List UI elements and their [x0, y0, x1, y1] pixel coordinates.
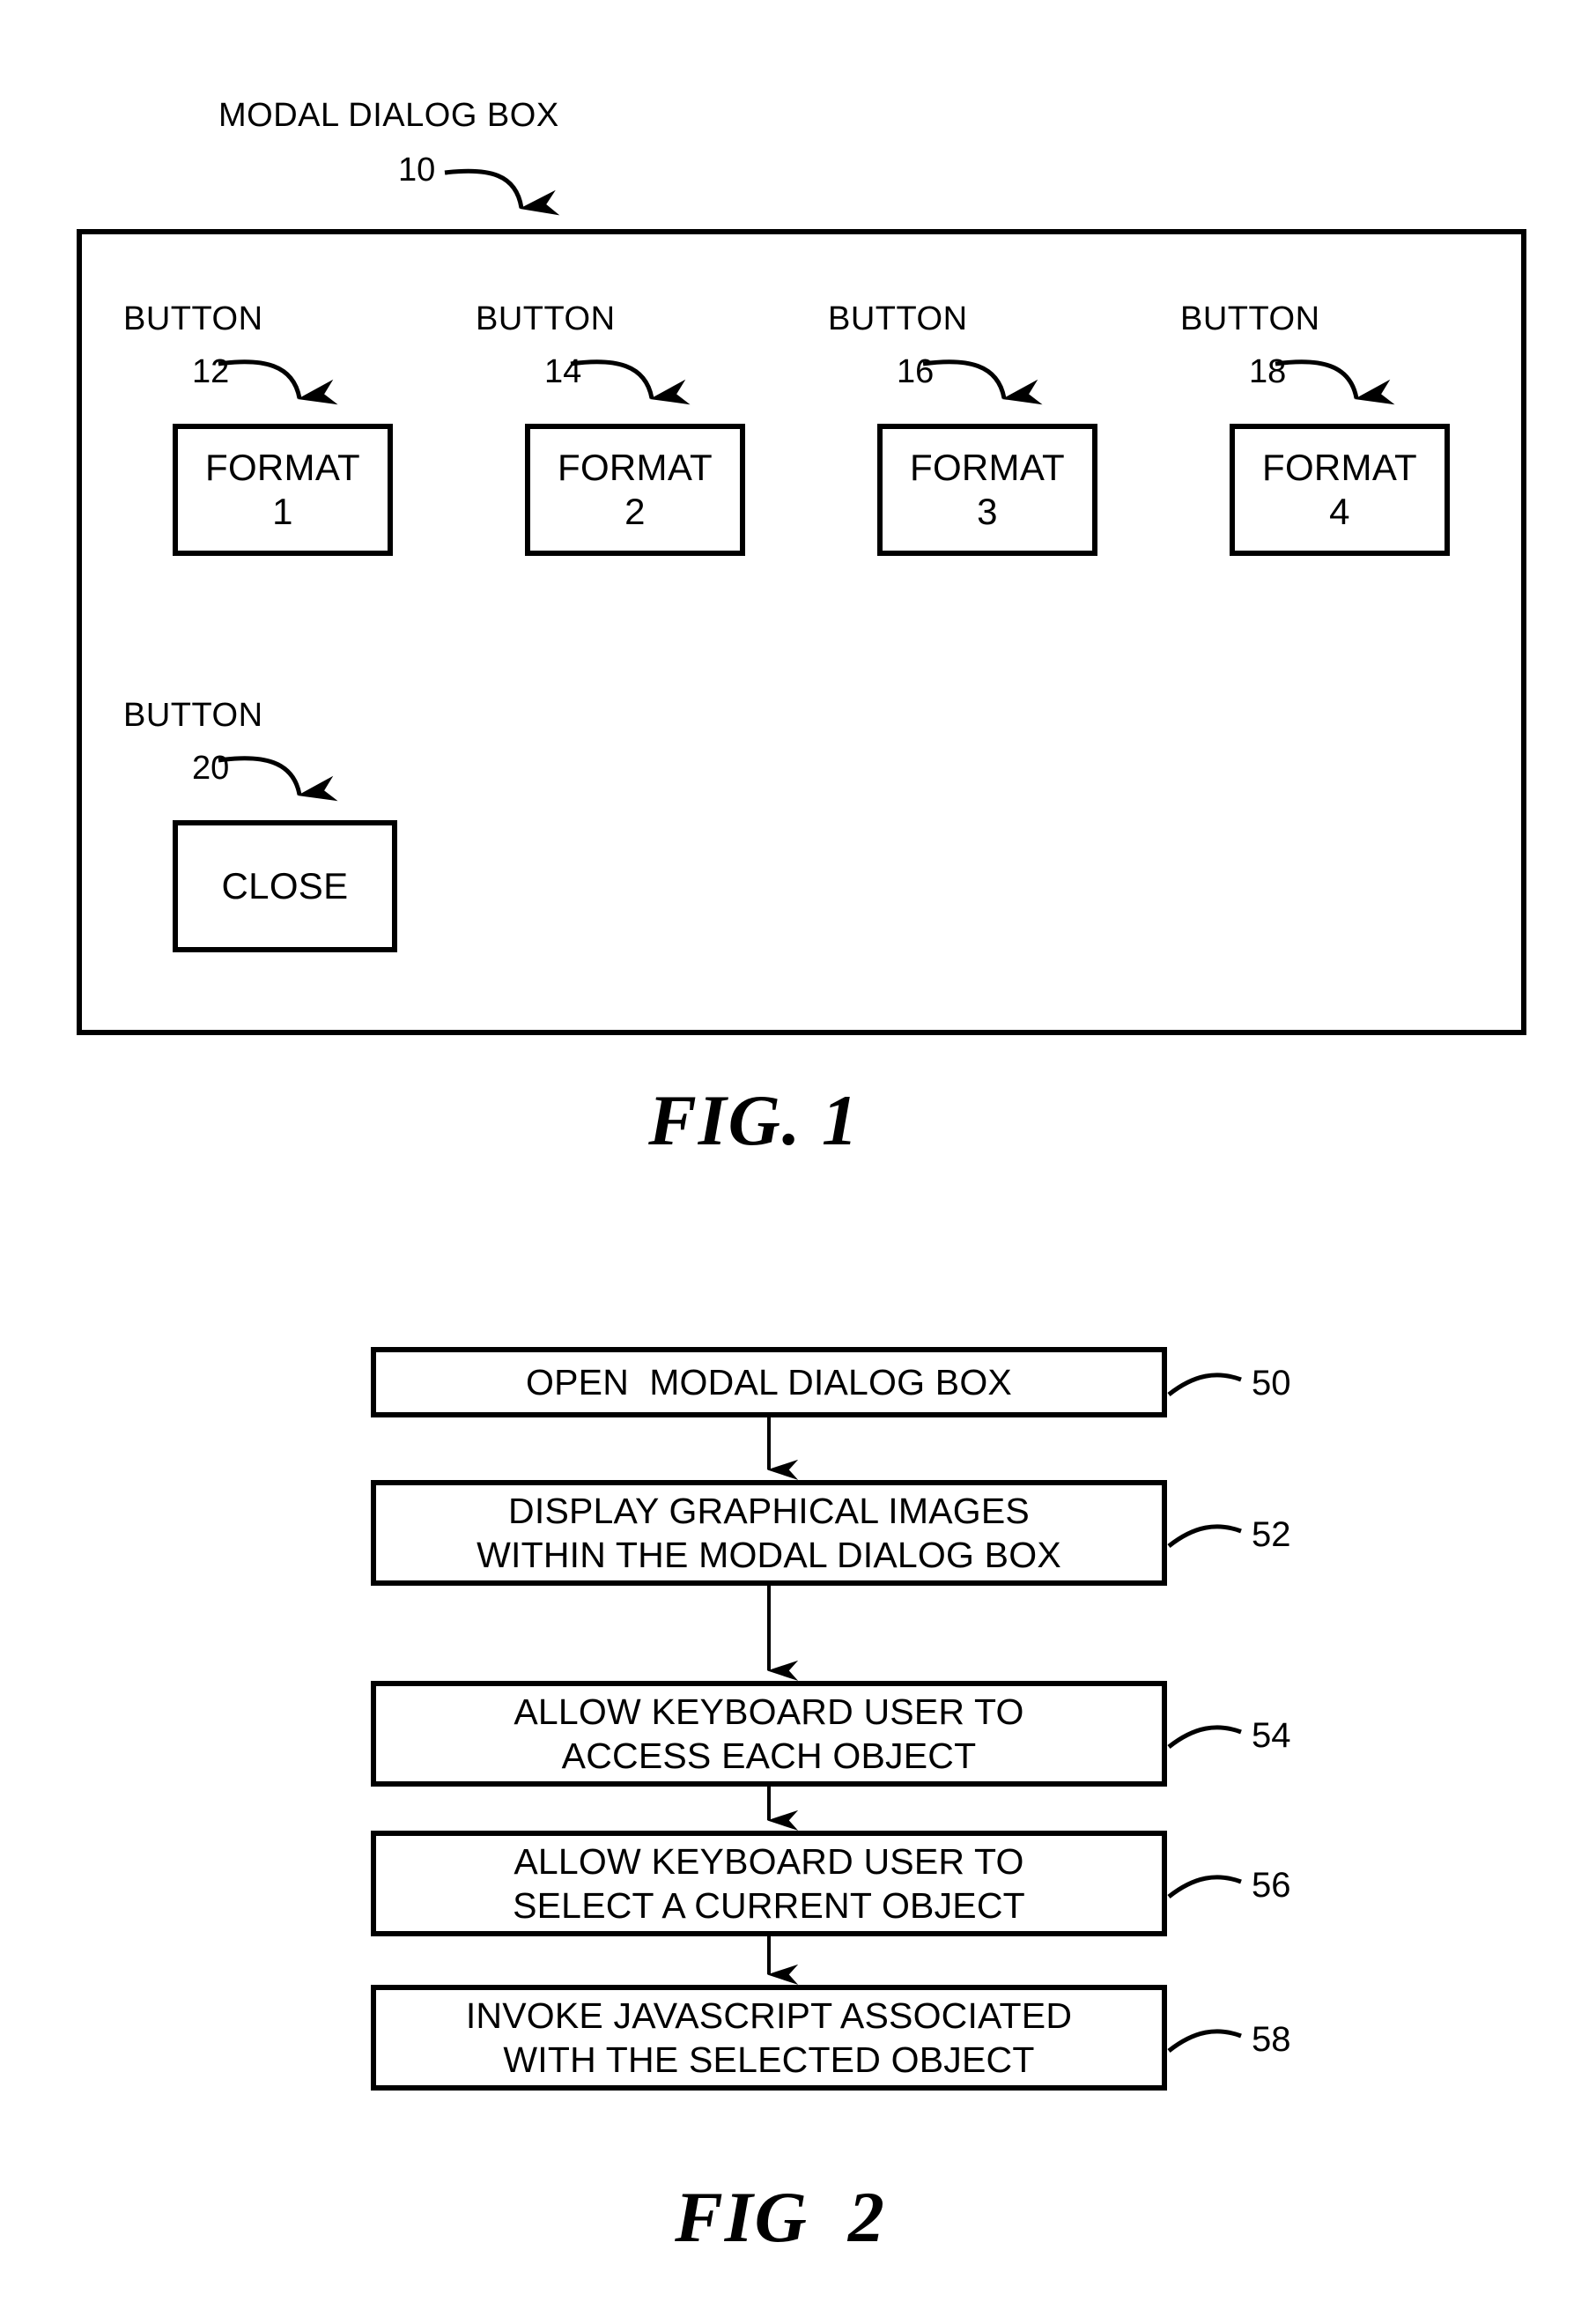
flow-step-52: DISPLAY GRAPHICAL IMAGES WITHIN THE MODA… [371, 1480, 1167, 1586]
flow-step-58-line1: INVOKE JAVASCRIPT ASSOCIATED [465, 1994, 1073, 2036]
flow-step-56: ALLOW KEYBOARD USER TO SELECT A CURRENT … [371, 1831, 1167, 1936]
figure-2-caption: FIG 2 [675, 2177, 886, 2257]
flow-step-58: INVOKE JAVASCRIPT ASSOCIATED WITH THE SE… [371, 1985, 1167, 2091]
flow-step-56-line2: SELECT A CURRENT OBJECT [513, 1885, 1025, 1926]
flow-step-50: OPEN MODAL DIALOG BOX [371, 1347, 1167, 1417]
patent-drawing-sheet: MODAL DIALOG BOX 10 BUTTON 12 BUTTON 14 … [0, 0, 1596, 2309]
flow-step-52-line1: DISPLAY GRAPHICAL IMAGES [508, 1490, 1030, 1531]
flow-step-56-line1: ALLOW KEYBOARD USER TO [514, 1840, 1024, 1882]
flow-step-54-line2: ACCESS EACH OBJECT [561, 1735, 977, 1776]
reference-number-54: 54 [1252, 1716, 1291, 1755]
flow-step-54-line1: ALLOW KEYBOARD USER TO [514, 1691, 1024, 1732]
flow-step-54: ALLOW KEYBOARD USER TO ACCESS EACH OBJEC… [371, 1681, 1167, 1787]
flow-step-58-line2: WITH THE SELECTED OBJECT [503, 2039, 1035, 2080]
flow-step-52-line2: WITHIN THE MODAL DIALOG BOX [477, 1535, 1061, 1575]
figure-2: OPEN MODAL DIALOG BOX 50 DISPLAY GRAPHIC… [0, 0, 1596, 2309]
reference-number-50: 50 [1252, 1364, 1291, 1402]
reference-number-58: 58 [1252, 2020, 1291, 2059]
reference-number-56: 56 [1252, 1866, 1291, 1905]
flow-step-50-line1: OPEN MODAL DIALOG BOX [526, 1361, 1012, 1402]
reference-number-52: 52 [1252, 1515, 1291, 1554]
